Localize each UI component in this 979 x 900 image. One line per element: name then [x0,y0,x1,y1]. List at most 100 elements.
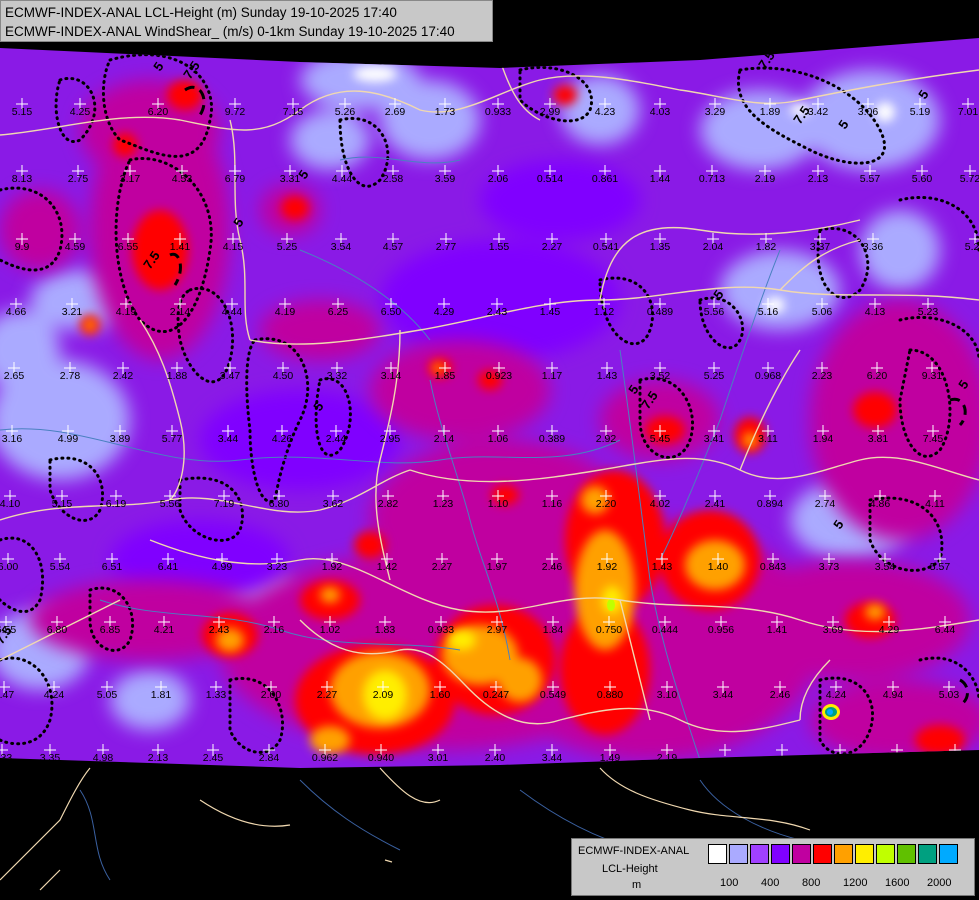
station-value: 4.15 [223,241,244,253]
station-value: 3.54 [331,241,352,253]
station-value: 1.85 [435,370,456,382]
legend-swatch [897,844,916,864]
station-value: 4.99 [58,433,79,445]
station-value: 0.894 [757,498,783,510]
station-value: 4.57 [383,241,404,253]
legend-tick-label: 1600 [885,877,910,889]
station-value: 5.77 [162,433,183,445]
station-value: 2.42 [113,370,134,382]
legend-swatch [708,844,727,864]
station-value: 3.14 [381,370,402,382]
station-value: 6.20 [148,106,169,118]
station-value: 2.43 [487,306,508,318]
station-value: 4.29 [879,624,900,636]
station-value: 2.99 [540,106,561,118]
legend-swatch [855,844,874,864]
station-value: 5.56 [704,306,725,318]
station-value: 4.99 [212,561,233,573]
map-title-box: ECMWF-INDEX-ANAL LCL-Height (m) Sunday 1… [0,0,493,42]
field-lime-spots [607,599,615,611]
station-value: 1.16 [542,498,563,510]
station-value: 2.77 [436,241,457,253]
station-value: 5.03 [939,689,960,701]
station-value: 4.66 [6,306,27,318]
station-value: 3.32 [327,370,348,382]
station-value: 9.31 [922,370,943,382]
station-value: 4.11 [925,498,945,510]
station-value: 1.44 [650,173,671,185]
station-value: 3.69 [823,624,844,636]
station-value: 3.10 [657,689,678,701]
station-value: 4.13 [865,306,886,318]
station-value: 3.01 [428,752,449,764]
legend-swatch [750,844,769,864]
station-value: 1.55 [489,241,510,253]
station-value: 0.549 [540,689,566,701]
station-value: 2.69 [385,106,406,118]
station-value: 2.46 [770,689,791,701]
station-value: 1.60 [430,689,451,701]
station-value: 1.83 [375,624,396,636]
station-value: 7.19 [214,498,235,510]
station-value: 1.41 [767,624,788,636]
station-value: 0.962 [312,752,338,764]
station-value: 5.72 [960,173,979,185]
station-value: 3.16 [2,433,23,445]
station-value: 4.50 [273,370,294,382]
station-value: 0.444 [652,624,678,636]
station-value: 2.78 [60,370,81,382]
station-value: 1.97 [487,561,508,573]
station-value: 1.92 [322,561,343,573]
station-value: 4.24 [826,689,847,701]
legend-tick-label: 1200 [843,877,868,889]
station-value: 2.95 [380,433,401,445]
title-line-windshear: ECMWF-INDEX-ANAL WindShear_ (m/s) 0-1km … [5,24,455,39]
station-value: 1.81 [151,689,172,701]
station-value: 2.27 [542,241,563,253]
station-value: 1.89 [760,106,781,118]
station-value: 7.01 [958,106,979,118]
station-value: 5.54 [50,561,71,573]
station-value: 3.44 [713,689,734,701]
legend-tick-label: 100 [720,877,739,889]
station-value: 2.45 [203,752,224,764]
station-value: 3.41 [704,433,725,445]
station-value: 5.57 [860,173,881,185]
station-value: 3.44 [218,433,239,445]
legend-model: ECMWF-INDEX-ANAL [578,845,690,857]
station-value: 5.25 [704,370,725,382]
station-value: 2.14 [170,306,191,318]
legend-swatch [729,844,748,864]
station-value: 5.47 [0,689,14,701]
station-value: 2.44 [326,433,347,445]
station-value: 3.59 [435,173,456,185]
station-value: 9.9 [15,241,30,253]
station-value: 2.09 [373,689,394,701]
station-value: 3.54 [875,561,896,573]
station-value: 3.29 [705,106,726,118]
station-value: 1.23 [433,498,454,510]
station-value: 1.82 [756,241,777,253]
station-value: 7.45 [923,433,944,445]
station-value: 6.25 [328,306,349,318]
station-value: 3.37 [810,241,831,253]
station-value: 4.44 [332,173,353,185]
station-value: 6.55 [118,241,139,253]
station-value: 6.44 [935,624,956,636]
station-value: 3.06 [858,106,879,118]
station-value: 6.85 [100,624,121,636]
station-value: 2.20 [596,498,617,510]
station-value: 3.52 [650,370,671,382]
station-value: 3.47 [220,370,241,382]
station-value: 2.82 [378,498,399,510]
station-value: 4.86 [870,498,891,510]
station-value: 5.19 [910,106,931,118]
map-canvas: 5.15 4.25 6.20 9.72 7.15 5.26 2.69 1.73 0.933 2.9… [0,0,979,900]
station-value: 5.15 [52,498,73,510]
station-value: 5.15 [12,106,33,118]
station-value: 4.44 [222,306,243,318]
station-value: 1.12 [594,306,615,318]
station-value: 0.923 [486,370,512,382]
station-value: 2.65 [4,370,25,382]
station-value: 2.16 [264,624,285,636]
